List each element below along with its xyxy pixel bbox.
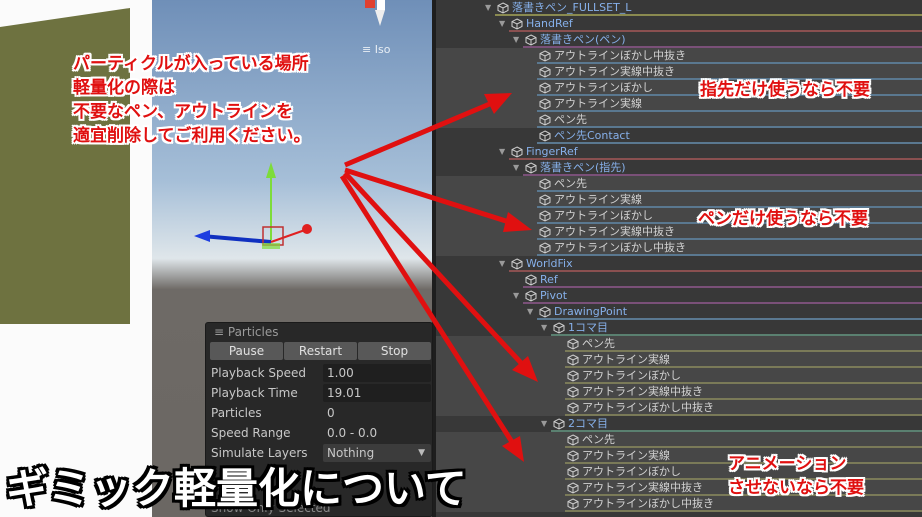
annotation-pen: ペンだけ使うなら不要: [698, 209, 868, 229]
annotation-line: 不要なペン、アウトラインを: [73, 102, 293, 122]
annotation-fingertip: 指先だけ使うなら不要: [700, 80, 870, 100]
annotation-main: パーティクルが入っている場所 軽量化の際は 不要なペン、アウトラインを 適宜削除…: [73, 52, 311, 148]
annotation-line: アニメーション: [728, 454, 847, 474]
page-title: ギミック軽量化について: [6, 464, 467, 513]
annotation-line: 適宜削除してご利用ください。: [73, 126, 311, 146]
annotation-line: 軽量化の際は: [73, 78, 175, 98]
red-arrows: [339, 93, 538, 462]
annotation-animation: アニメーション させないなら不要: [728, 452, 864, 500]
annotation-line: パーティクルが入っている場所: [73, 54, 309, 74]
annotation-line: させないなら不要: [728, 478, 864, 498]
